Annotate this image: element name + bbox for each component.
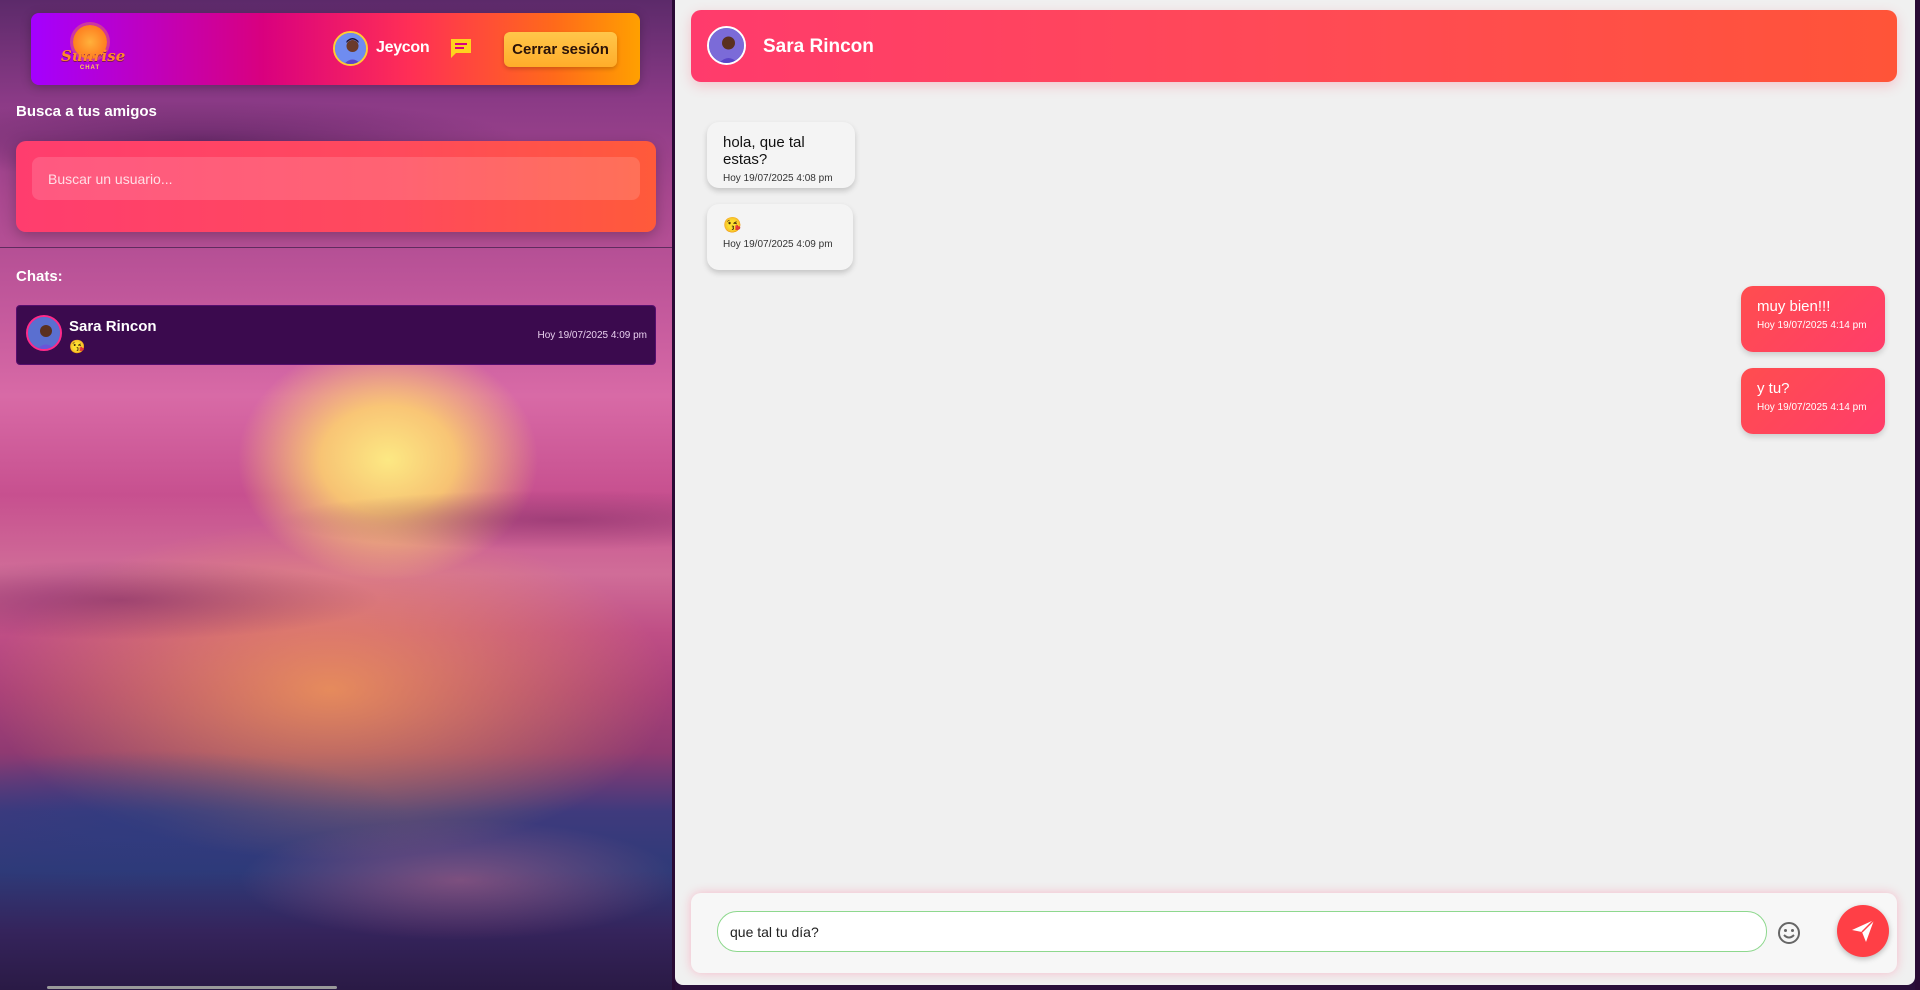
message-time: Hoy 19/07/2025 4:14 pm [1757, 320, 1867, 331]
logo-subtext: CHAT [79, 65, 101, 71]
message-bubble-outgoing: y tu? Hoy 19/07/2025 4:14 pm [1741, 368, 1885, 434]
person-avatar-icon [335, 33, 366, 64]
last-message-preview: 😘 [69, 339, 86, 354]
chat-bubble-icon[interactable] [449, 37, 473, 59]
send-button[interactable] [1837, 905, 1889, 957]
top-navbar: Sunrise CHAT Jeycon Cerrar sesión [31, 13, 640, 85]
message-text: muy bien!!! [1757, 298, 1831, 315]
message-bubble-incoming: 😘 Hoy 19/07/2025 4:09 pm [707, 204, 853, 270]
person-avatar-icon [709, 28, 744, 63]
conversation-contact-name: Sara Rincon [763, 36, 874, 57]
logout-button[interactable]: Cerrar sesión [504, 32, 617, 67]
search-panel [16, 141, 656, 232]
message-input[interactable] [717, 911, 1767, 952]
message-text: 😘 [723, 217, 742, 234]
app-logo[interactable]: Sunrise CHAT [61, 21, 126, 77]
user-avatar[interactable] [333, 31, 368, 66]
logo-text: Sunrise [61, 47, 126, 65]
message-bubble-outgoing: muy bien!!! Hoy 19/07/2025 4:14 pm [1741, 286, 1885, 352]
message-bubble-incoming: hola, que tal estas? Hoy 19/07/2025 4:08… [707, 122, 855, 188]
message-text: hola, que tal estas? [723, 134, 805, 168]
message-time: Hoy 19/07/2025 4:14 pm [1757, 402, 1867, 413]
divider [0, 247, 672, 248]
search-section-title: Busca a tus amigos [16, 103, 157, 120]
conversation-panel: Sara Rincon hola, que tal estas? Hoy 19/… [675, 0, 1915, 985]
conversation-header: Sara Rincon [691, 10, 1897, 82]
chats-section-title: Chats: [16, 268, 63, 285]
message-composer [691, 893, 1897, 973]
last-message-time: Hoy 19/07/2025 4:09 pm [537, 330, 647, 341]
send-icon [1852, 919, 1875, 942]
emoji-icon[interactable] [1777, 921, 1801, 945]
contact-name: Sara Rincon [69, 318, 157, 335]
sidebar: Sunrise CHAT Jeycon Cerrar sesión Busca … [0, 0, 672, 990]
contact-avatar [26, 315, 62, 351]
contact-avatar[interactable] [707, 26, 746, 65]
message-text: y tu? [1757, 380, 1790, 397]
search-input[interactable] [32, 157, 640, 200]
message-time: Hoy 19/07/2025 4:09 pm [723, 239, 833, 250]
window-edge [1915, 0, 1920, 990]
user-name: Jeycon [376, 39, 430, 56]
horizontal-scrollbar[interactable] [47, 986, 337, 989]
person-avatar-icon [28, 317, 60, 349]
chat-list-item[interactable]: Sara Rincon 😘 Hoy 19/07/2025 4:09 pm [16, 305, 656, 365]
message-time: Hoy 19/07/2025 4:08 pm [723, 173, 833, 184]
